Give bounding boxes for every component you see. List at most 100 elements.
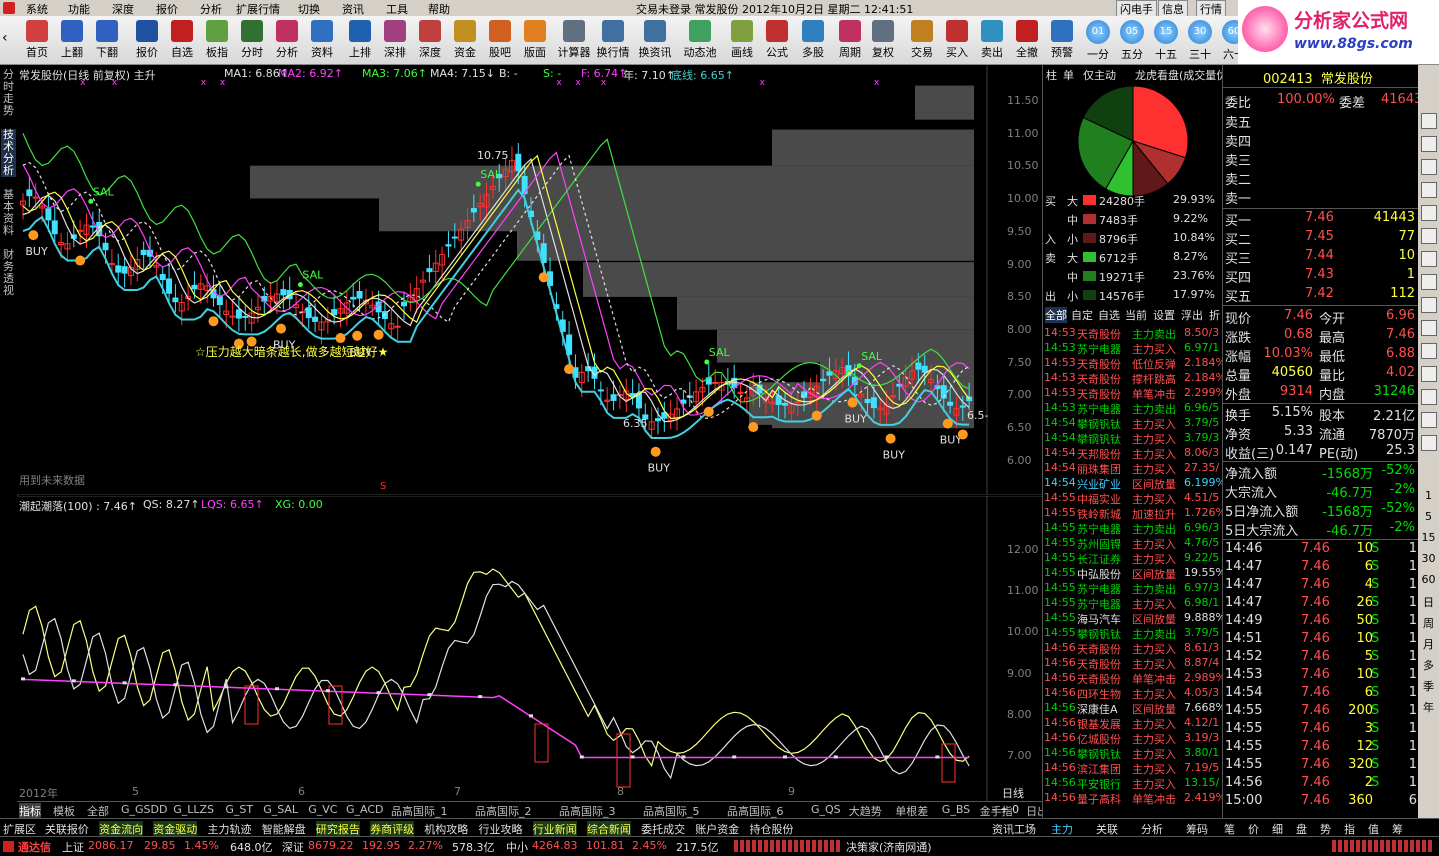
sidebar-tool-icon-11[interactable] [1421,366,1437,382]
indicator-tab-16[interactable]: 单根差 [895,803,928,819]
news-row-8[interactable]: 14:54 天邦股份 主力买入 8.06/3 [1043,446,1223,460]
sidebar-tool-icon-0[interactable] [1421,113,1437,129]
news-row-12[interactable]: 14:55 铁岭新城 加速拉升 1.726% [1043,506,1223,520]
menu-item-6[interactable]: 切换 [298,1,320,17]
news-filter-tab-0[interactable]: 全部 [1045,307,1067,323]
sidebar-tool-icon-7[interactable] [1421,274,1437,290]
tab-nav-controls[interactable]: - + 0 [992,803,1019,816]
indicator-tab-11[interactable]: 品高国际_3 [559,803,616,819]
sidebar-period-6[interactable]: 周 [1418,615,1439,631]
toolbar-button-21[interactable]: 多股 [796,18,830,62]
sidebar-period-5[interactable]: 日 [1418,594,1439,610]
indicator-tab-14[interactable]: G_QS [811,803,841,816]
indicator-tab-13[interactable]: 品高国际_6 [727,803,784,819]
period-button-icon-3[interactable]: 30 [1188,20,1212,44]
right-link-9[interactable]: 势 [1320,821,1331,837]
right-link-11[interactable]: 值 [1368,821,1379,837]
sidebar-period-3[interactable]: 30 [1418,552,1439,565]
toolbar-button-16[interactable]: 换行情 [596,18,630,62]
right-link-1[interactable]: 主力 [1051,821,1073,837]
menu-item-2[interactable]: 深度 [112,1,134,17]
indicator-tab-9[interactable]: 品高国际_1 [391,803,448,819]
toolbar-button-14[interactable]: 版面 [518,18,552,62]
news-row-2[interactable]: 14:53 天奇股份 低位反弹 2.184% [1043,356,1223,370]
right-link-4[interactable]: 筹码 [1186,821,1208,837]
menu-item-0[interactable]: 系统 [26,1,48,17]
indicator-tab-6[interactable]: G_SAL [263,803,298,816]
info-link-2[interactable]: 资金流向 [99,821,144,837]
info-link-13[interactable]: 账户资金 [695,821,739,837]
indicator-tab-1[interactable]: 模板 [53,803,75,819]
menu-right-button-1[interactable]: 信息 [1158,0,1188,17]
sidebar-tool-icon-14[interactable] [1421,435,1437,451]
news-row-23[interactable]: 14:56 天奇股份 单笔冲击 2.989% [1043,671,1223,685]
news-row-27[interactable]: 14:56 亿城股份 主力买入 3.19/3 [1043,731,1223,745]
right-link-2[interactable]: 关联 [1096,821,1118,837]
period-button-icon-2[interactable]: 15 [1154,20,1178,44]
news-row-0[interactable]: 14:53 天奇股份 主力卖出 8.50/3 [1043,326,1223,340]
right-link-12[interactable]: 筹 [1392,821,1403,837]
news-row-30[interactable]: 14:56 平安银行 主力买入 13.15/ [1043,776,1223,790]
right-link-0[interactable]: 资讯工场 [992,821,1036,837]
main-kline-chart[interactable]: BUY BUY BUY BUY BUY BUY BUY SAL SAL SAL SAL SAL x x x x… [17,65,1042,495]
news-row-26[interactable]: 14:56 银基发展 主力买入 4.12/1 [1043,716,1223,730]
sidebar-tool-icon-2[interactable] [1421,159,1437,175]
sidebar-period-7[interactable]: 月 [1418,636,1439,652]
info-link-0[interactable]: 扩展区 [3,821,36,837]
info-link-11[interactable]: 综合新闻 [586,821,631,837]
right-link-8[interactable]: 盘 [1296,821,1307,837]
news-row-10[interactable]: 14:54 兴业矿业 区间放量 6.199% [1043,476,1223,490]
info-link-4[interactable]: 主力轨迹 [208,821,252,837]
right-link-6[interactable]: 价 [1248,821,1259,837]
sidebar-tool-icon-3[interactable] [1421,182,1437,198]
period-button-label-2[interactable]: 十五 [1155,46,1177,62]
toolbar-button-18[interactable]: 动态池 [683,18,717,62]
sidebar-period-8[interactable]: 多 [1418,657,1439,673]
indicator-tab-15[interactable]: 大趋势 [849,803,882,819]
toolbar-button-17[interactable]: 换资讯 [638,18,672,62]
tab-finance[interactable]: 财务透视 [1,249,16,297]
news-row-22[interactable]: 14:56 天奇股份 主力买入 8.87/4 [1043,656,1223,670]
news-row-15[interactable]: 14:55 长江证券 主力买入 9.22/5 [1043,551,1223,565]
info-link-9[interactable]: 行业攻略 [479,821,523,837]
sidebar-tool-icon-6[interactable] [1421,251,1437,267]
toolbar-button-15[interactable]: 计算器 [557,18,591,62]
sidebar-tool-icon-5[interactable] [1421,228,1437,244]
news-row-9[interactable]: 14:54 丽珠集团 主力买入 27.35/ [1043,461,1223,475]
menu-item-9[interactable]: 帮助 [428,1,450,17]
sidebar-tool-icon-13[interactable] [1421,412,1437,428]
info-link-1[interactable]: 关联报价 [45,821,89,837]
toolbar-button-28[interactable]: 预警 [1045,18,1079,62]
sidebar-tool-icon-10[interactable] [1421,343,1437,359]
indicator-tab-12[interactable]: 品高国际_5 [643,803,700,819]
sidebar-period-0[interactable]: 1 [1418,489,1439,502]
info-link-7[interactable]: 券商评级 [370,821,415,837]
menu-item-4[interactable]: 分析 [200,1,222,17]
sidebar-period-4[interactable]: 60 [1418,573,1439,586]
indicator-tab-4[interactable]: G_LLZS [173,803,214,816]
news-row-16[interactable]: 14:55 中弘股份 区间放量 19.55% [1043,566,1223,580]
sidebar-tool-icon-12[interactable] [1421,389,1437,405]
sidebar-period-2[interactable]: 15 [1418,531,1439,544]
menu-item-8[interactable]: 工具 [386,1,408,17]
tab-basic-info[interactable]: 基本资料 [1,189,16,237]
toolbar-button-20[interactable]: 公式 [760,18,794,62]
news-row-29[interactable]: 14:56 滨江集团 主力买入 7.19/5 [1043,761,1223,775]
period-button-label-0[interactable]: 一分 [1087,46,1109,62]
tab-technical[interactable]: 技术分析 [1,129,16,177]
news-row-4[interactable]: 14:53 天奇股份 单笔冲击 2.299% [1043,386,1223,400]
news-row-19[interactable]: 14:55 海马汽车 区间放量 9.888% [1043,611,1223,625]
info-link-8[interactable]: 机构攻略 [424,821,468,837]
news-row-5[interactable]: 14:53 苏宁电器 主力卖出 6.96/5 [1043,401,1223,415]
news-row-7[interactable]: 14:54 攀钢钒钛 主力买入 3.79/3 [1043,431,1223,445]
info-link-14[interactable]: 持仓股份 [750,821,794,837]
news-row-31[interactable]: 14:56 量子高科 单笔冲击 2.419% [1043,791,1223,805]
news-filter-tab-5[interactable]: 浮出 [1181,307,1203,323]
info-link-10[interactable]: 行业新闻 [532,821,577,837]
news-row-17[interactable]: 14:55 苏宁电器 主力卖出 6.97/3 [1043,581,1223,595]
right-link-5[interactable]: 笔 [1224,821,1235,837]
sidebar-tool-icon-9[interactable] [1421,320,1437,336]
info-link-3[interactable]: 资金驱动 [153,821,198,837]
news-row-21[interactable]: 14:56 天奇股份 主力买入 8.61/3 [1043,641,1223,655]
toolbar-button-23[interactable]: 复权 [866,18,900,62]
